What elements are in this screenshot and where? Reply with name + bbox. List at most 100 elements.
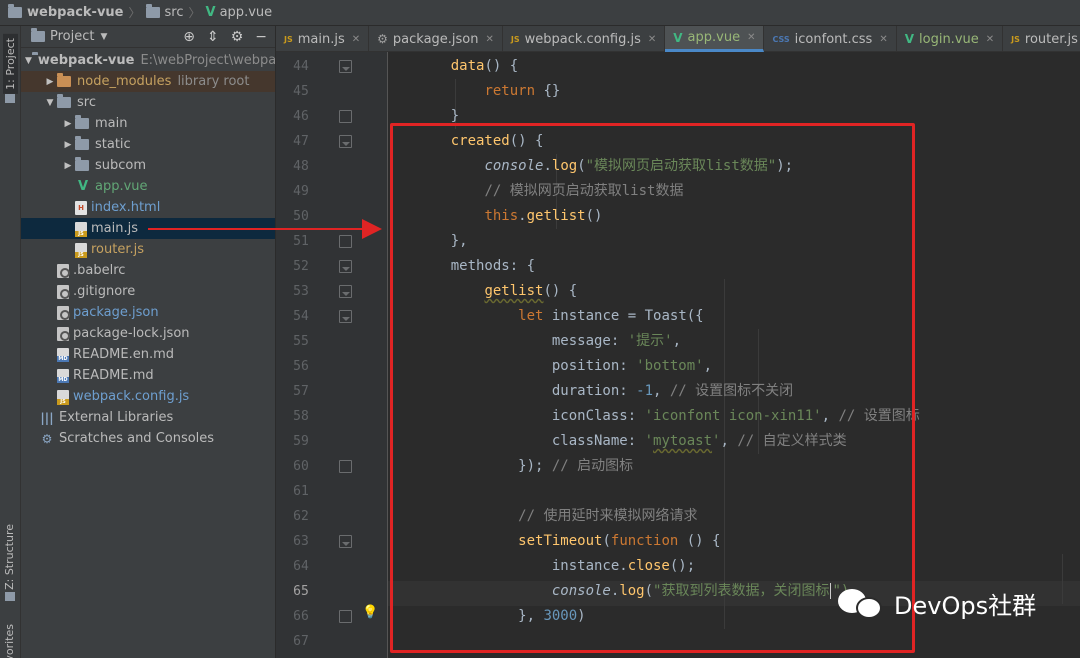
- line-number: 64: [293, 559, 309, 574]
- project-tool-button[interactable]: 1: Project: [3, 34, 18, 94]
- breadcrumb-separator: 〉: [188, 6, 201, 20]
- editor-tab[interactable]: Vapp.vue ✕: [665, 26, 765, 52]
- line-number: 55: [293, 334, 309, 349]
- collapsed-arrow-icon[interactable]: ▶: [61, 119, 75, 129]
- tree-item-label: node_modules: [77, 74, 172, 89]
- tree-item[interactable]: Vapp.vue: [21, 176, 275, 197]
- lightbulb-icon[interactable]: 💡: [362, 605, 378, 620]
- line-number: 56: [293, 359, 309, 374]
- editor-tab[interactable]: JSrouter.js✕: [1003, 26, 1080, 52]
- js-file-icon: [75, 242, 87, 258]
- config-file-icon: [57, 263, 70, 278]
- tree-item-label: index.html: [91, 200, 161, 215]
- fold-end-icon[interactable]: [339, 110, 352, 123]
- fold-end-icon[interactable]: [339, 235, 352, 248]
- favorites-tool-button[interactable]: vorites: [3, 624, 16, 658]
- collapsed-arrow-icon[interactable]: ▶: [61, 140, 75, 150]
- fold-collapse-icon[interactable]: [339, 260, 352, 273]
- library-icon: |||: [40, 410, 54, 425]
- tree-item[interactable]: Hindex.html: [21, 197, 275, 218]
- line-number: 53: [293, 284, 309, 299]
- tree-item[interactable]: router.js: [21, 239, 275, 260]
- fold-end-icon[interactable]: [339, 460, 352, 473]
- breadcrumb-project[interactable]: webpack-vue: [8, 4, 124, 20]
- hide-panel-icon[interactable]: −: [255, 29, 267, 45]
- tree-item[interactable]: ▼ webpack-vue E:\webProject\webpac: [21, 50, 275, 71]
- editor-gutter: 44 45 46 47 48 49 50 51 52 53 54 55 56 57 58 59 60 61 62 63…: [276, 52, 388, 658]
- structure-tool-button[interactable]: Z: Structure: [3, 524, 16, 590]
- tree-item[interactable]: ||| External Libraries: [21, 407, 275, 428]
- tab-label: app.vue: [687, 30, 741, 45]
- editor-tab[interactable]: JS webpack.config.js ✕: [503, 26, 666, 52]
- line-number: 59: [293, 434, 309, 449]
- markdown-file-icon: [57, 368, 69, 383]
- tree-item[interactable]: ⚙ Scratches and Consoles: [21, 428, 275, 449]
- project-tool-icon: [5, 94, 15, 103]
- vue-icon: V: [77, 179, 89, 194]
- vue-icon: V: [205, 5, 216, 20]
- close-icon[interactable]: ✕: [648, 34, 656, 45]
- tree-item[interactable]: package-lock.json: [21, 323, 275, 344]
- editor-tab[interactable]: ⚙ package.json ✕: [369, 26, 503, 52]
- collapsed-arrow-icon[interactable]: ▶: [43, 77, 57, 87]
- js-file-icon: [75, 221, 87, 237]
- tree-item-label: README.en.md: [73, 347, 174, 362]
- breadcrumb-file[interactable]: V app.vue: [206, 5, 273, 20]
- chevron-down-icon[interactable]: ▼: [100, 32, 107, 42]
- tree-item-label: .babelrc: [73, 263, 126, 278]
- structure-tool-icon: [5, 592, 15, 601]
- code-token: return: [484, 83, 536, 99]
- expanded-arrow-icon[interactable]: ▼: [43, 98, 57, 108]
- wechat-logo-icon: [838, 587, 886, 621]
- tree-item[interactable]: package.json: [21, 302, 275, 323]
- folder-icon: [145, 4, 160, 18]
- folder-icon: [75, 157, 89, 171]
- expanded-arrow-icon[interactable]: ▼: [25, 56, 32, 66]
- tree-item-label: Scratches and Consoles: [59, 431, 215, 446]
- tree-item-label: README.md: [73, 368, 154, 383]
- tree-item[interactable]: README.en.md: [21, 344, 275, 365]
- line-number: 46: [293, 109, 309, 124]
- collapse-all-icon[interactable]: ⇕: [207, 29, 219, 45]
- project-view-selector[interactable]: Project: [50, 29, 94, 44]
- close-icon[interactable]: ✕: [986, 34, 994, 45]
- breadcrumb-src[interactable]: src: [145, 4, 184, 20]
- tree-item-label: router.js: [91, 242, 145, 257]
- folder-icon: [8, 4, 22, 18]
- close-icon[interactable]: ✕: [879, 34, 887, 45]
- fold-end-icon[interactable]: [339, 610, 352, 623]
- tree-item[interactable]: .gitignore: [21, 281, 275, 302]
- css-file-icon: CSS: [772, 34, 790, 44]
- tree-item[interactable]: ▶ main: [21, 113, 275, 134]
- editor-tab[interactable]: CSS iconfont.css ✕: [764, 26, 897, 52]
- close-icon[interactable]: ✕: [747, 32, 755, 43]
- fold-collapse-icon[interactable]: [339, 135, 352, 148]
- gear-icon[interactable]: ⚙: [231, 29, 244, 45]
- tool-window-stripe: 1: Project Z: Structure vorites: [0, 26, 21, 658]
- tree-item[interactable]: webpack.config.js: [21, 386, 275, 407]
- tree-item[interactable]: ▼ src: [21, 92, 275, 113]
- locate-target-icon[interactable]: ⊕: [183, 29, 195, 45]
- watermark-text: DevOps社群: [894, 592, 1037, 620]
- fold-collapse-icon[interactable]: [339, 310, 352, 323]
- tree-item[interactable]: .babelrc: [21, 260, 275, 281]
- code-line: data() {: [417, 54, 518, 79]
- line-number: 58: [293, 409, 309, 424]
- fold-collapse-icon[interactable]: [339, 60, 352, 73]
- tree-item[interactable]: ▶ node_modules library root: [21, 71, 275, 92]
- editor-tab[interactable]: Vlogin.vue ✕: [897, 26, 1004, 52]
- vue-icon: V: [673, 30, 683, 45]
- collapsed-arrow-icon[interactable]: ▶: [61, 161, 75, 171]
- editor-tab[interactable]: JS main.js ✕: [276, 26, 370, 52]
- close-icon[interactable]: ✕: [352, 34, 360, 45]
- watermark: DevOps社群: [838, 586, 1036, 621]
- tree-item-label: package.json: [73, 305, 159, 320]
- fold-collapse-icon[interactable]: [339, 285, 352, 298]
- fold-collapse-icon[interactable]: [339, 535, 352, 548]
- tree-item[interactable]: ▶ static: [21, 134, 275, 155]
- tree-item[interactable]: ▶ subcom: [21, 155, 275, 176]
- breadcrumb-file-label: app.vue: [219, 5, 273, 20]
- project-panel-header: Project ▼ ⊕ ⇕ ⚙ −: [21, 26, 275, 48]
- close-icon[interactable]: ✕: [486, 34, 494, 45]
- tree-item[interactable]: README.md: [21, 365, 275, 386]
